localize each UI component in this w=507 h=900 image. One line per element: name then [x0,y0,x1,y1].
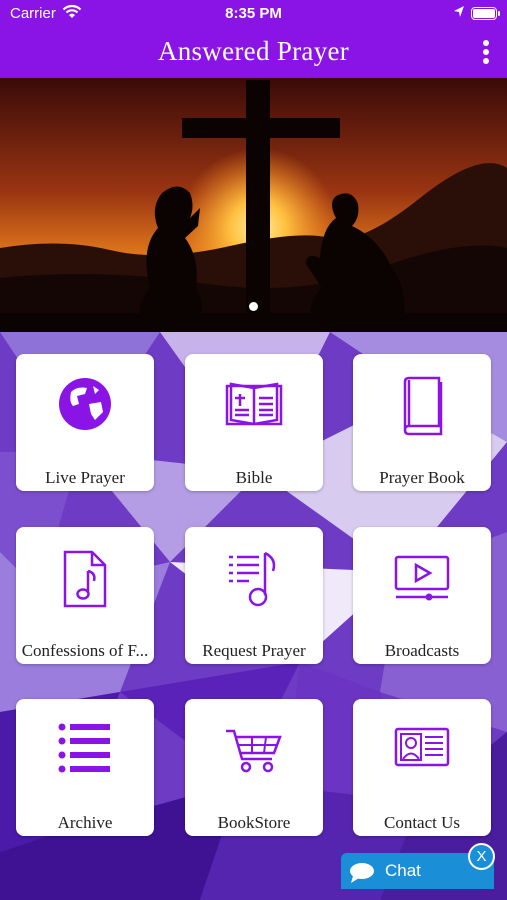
book-icon [403,376,443,436]
tile-bookstore[interactable]: BookStore [185,699,323,836]
prayer-silhouette-image [0,78,507,332]
tile-archive[interactable]: Archive [16,699,154,836]
tile-label: Archive [57,813,113,832]
shopping-cart-icon [226,729,282,773]
chat-close-button[interactable]: X [468,843,495,870]
tile-broadcasts[interactable]: Broadcasts [353,527,491,664]
tile-label: Contact Us [383,813,461,832]
status-bar: Carrier 8:35 PM [0,0,507,28]
tile-contact-us[interactable]: Contact Us [353,699,491,836]
tile-label: Prayer Book [379,468,465,487]
tile-label: Live Prayer [45,468,125,487]
tile-label: Bible [235,468,273,487]
banner-carousel[interactable] [0,78,507,332]
list-icon [58,723,110,773]
tile-prayer-book[interactable]: Prayer Book [353,354,491,491]
tile-label: Broadcasts [384,641,460,660]
carousel-page-indicator[interactable] [0,298,507,316]
open-book-icon [225,382,283,426]
tile-bible[interactable]: Bible [185,354,323,491]
carousel-dot-active[interactable] [249,302,258,311]
location-arrow-icon [453,5,465,23]
tile-label: BookStore [217,813,291,832]
more-options-icon[interactable] [479,38,493,68]
playlist-icon [229,551,276,607]
tile-label: Confessions of F... [21,641,149,660]
chat-bubble-icon [349,862,375,889]
tile-label: Request Prayer [202,641,306,660]
contact-card-icon [394,727,450,767]
music-file-icon [63,550,107,608]
tile-live-prayer[interactable]: Live Prayer [16,354,154,491]
tile-request-prayer[interactable]: Request Prayer [185,527,323,664]
app-header: Answered Prayer [0,28,507,78]
chat-label: Chat [385,861,421,880]
globe-icon [59,378,111,430]
video-player-icon [394,555,450,601]
battery-icon [471,7,500,20]
app-title: Answered Prayer [157,36,350,66]
clock: 8:35 PM [225,5,282,22]
tile-confessions[interactable]: Confessions of F... [16,527,154,664]
